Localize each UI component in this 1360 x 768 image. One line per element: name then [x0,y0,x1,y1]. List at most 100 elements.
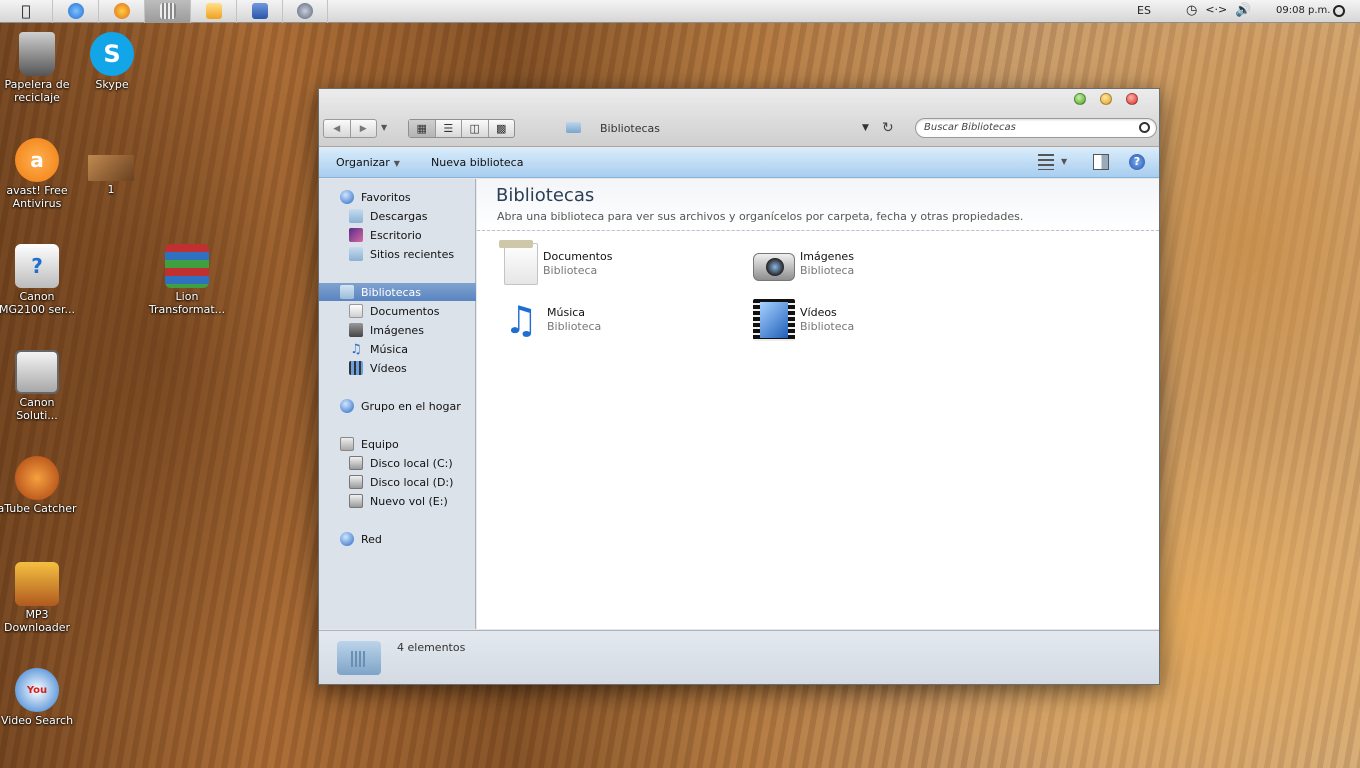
sidebar-item-homegroup[interactable]: Grupo en el hogar [319,397,476,415]
taskbar-media-player[interactable] [190,0,236,23]
recent-pages-dropdown[interactable]: ▼ [381,123,387,132]
desktop-icon-mp3-downloader[interactable]: MP3 Downloader [0,562,77,634]
film-icon [349,361,363,375]
arrow-left-icon: ◀ [333,123,341,134]
music-note-icon: ♫ [503,298,539,342]
grid-icon: ▦ [416,122,427,135]
new-library-button[interactable]: Nueva biblioteca [431,156,523,169]
search-icon[interactable] [1139,122,1150,133]
system-tray: ◷ <·> 🔊 [1186,3,1251,18]
sidebar-item-downloads[interactable]: Descargas [319,207,476,225]
recent-places-icon [349,247,363,261]
camera-icon [349,323,363,337]
address-dropdown[interactable]: ▼ [862,123,869,133]
view-icons-button[interactable]: ▦ [409,120,435,137]
desktop-icon-video-search[interactable]: You Video Search [0,668,77,727]
network-icon[interactable]: <·> [1205,3,1227,18]
library-tile-pictures[interactable]: Imágenes Biblioteca [753,241,993,287]
taskbar-word[interactable] [236,0,282,23]
sidebar-item-desktop[interactable]: Escritorio [319,226,476,244]
search-box[interactable] [915,118,1157,138]
change-view-icon[interactable] [1038,154,1054,170]
desktop-icon-avast[interactable]: a avast! Free Antivirus [0,138,77,210]
view-coverflow-button[interactable]: ▩ [487,120,515,137]
help-icon[interactable]: ? [1129,154,1145,170]
sidebar-item-drive-e[interactable]: Nuevo vol (E:) [319,492,476,510]
documents-library-icon [499,240,538,285]
desktop-icon-recycle-bin[interactable]: Papelera de reciclaje [0,32,77,104]
search-input[interactable] [924,122,1129,133]
printer-help-icon: ? [15,244,59,288]
back-button[interactable]: ◀ [324,120,350,137]
sidebar-item-documents[interactable]: Documentos [319,302,476,320]
sidebar-item-libraries[interactable]: Bibliotecas [319,283,476,301]
atube-catcher-icon [15,456,59,500]
libraries-window: ◀ ▶ ▼ ▦ ☰ ◫ ▩ Bibliotecas ▼ ↻ Organizar▼… [318,88,1160,685]
skype-icon: S [90,32,134,76]
page-subtitle: Abra una biblioteca para ver sus archivo… [497,210,1024,223]
music-note-icon: ♫ [350,341,362,357]
sidebar-item-drive-c[interactable]: Disco local (C:) [319,454,476,472]
library-tile-videos[interactable]: Vídeos Biblioteca [753,297,993,343]
desktop-icon [349,228,363,242]
sidebar-item-computer[interactable]: Equipo [319,435,476,453]
videos-film-icon [753,299,795,341]
library-tile-documents[interactable]: Documentos Biblioteca [499,240,740,287]
sidebar-item-videos[interactable]: Vídeos [319,359,476,377]
hard-drive-icon [349,456,363,470]
network-globe-icon [340,532,354,546]
sidebar-item-drive-d[interactable]: Disco local (D:) [319,473,476,491]
hard-drive-icon [349,475,363,489]
time-machine-icon[interactable]: ◷ [1186,3,1197,18]
favorites-icon [340,190,354,204]
address-bar[interactable]: Bibliotecas [600,122,660,135]
libraries-icon [159,3,176,19]
view-mode-buttons: ▦ ☰ ◫ ▩ [408,119,515,138]
sidebar-item-recent-places[interactable]: Sitios recientes [319,245,476,263]
desktop-icon-image-1[interactable]: 1 [71,155,151,196]
preview-pane-icon[interactable] [1093,154,1109,170]
youtube-search-icon: You [15,668,59,712]
desktop-icon-skype[interactable]: S Skype [72,32,152,91]
desktop-icon-canon-mg2100[interactable]: ? Canon MG2100 ser... [0,244,77,316]
sidebar-item-favorites[interactable]: Favoritos [319,188,476,206]
avast-icon: a [15,138,59,182]
view-options-dropdown[interactable]: ▼ [1061,157,1067,166]
minimize-button[interactable] [1100,93,1112,105]
sidebar-item-pictures[interactable]: Imágenes [319,321,476,339]
taskbar-utility[interactable] [282,0,328,23]
utility-icon [297,3,313,19]
pictures-camera-icon [753,253,795,281]
coverflow-icon: ▩ [496,122,507,135]
desktop-icon-lion-transformation[interactable]: Lion Transformat... [147,244,227,316]
firefox-icon [113,3,130,19]
sidebar-item-music[interactable]: ♫ Música [319,340,476,358]
window-titlebar[interactable]: ◀ ▶ ▼ ▦ ☰ ◫ ▩ Bibliotecas ▼ ↻ [319,89,1159,147]
view-columns-button[interactable]: ◫ [461,120,488,137]
sidebar-item-network[interactable]: Red [319,530,476,548]
language-indicator[interactable]: ES [1137,4,1151,17]
clock[interactable]: 09:08 p.m. [1276,5,1330,16]
desktop-icon-atube-catcher[interactable]: aTube Catcher [0,456,77,515]
navigation-pane: Favoritos Descargas Escritorio Sitios re… [319,179,476,629]
solution-menu-icon [15,350,59,394]
volume-icon[interactable]: 🔊 [1235,3,1251,18]
downloads-folder-icon [349,209,363,223]
taskbar-firefox[interactable] [98,0,144,23]
forward-button[interactable]: ▶ [349,120,377,137]
library-tile-music[interactable]: ♫ Música Biblioteca [500,297,740,343]
maximize-button[interactable] [1074,93,1086,105]
view-list-button[interactable]: ☰ [434,120,462,137]
refresh-button[interactable]: ↻ [882,120,894,136]
arrow-right-icon: ▶ [359,123,367,134]
desktop-icon-canon-solution[interactable]: Canon Soluti... [0,350,77,422]
taskbar-internet-explorer[interactable] [52,0,98,23]
spotlight-search-icon[interactable] [1333,5,1345,17]
organize-menu[interactable]: Organizar ▼ [336,156,400,169]
apple-menu[interactable]:  [0,0,52,23]
taskbar-libraries[interactable] [144,0,190,23]
computer-icon [340,437,354,451]
hard-drive-icon [349,494,363,508]
content-pane: Bibliotecas Abra una biblioteca para ver… [477,179,1159,629]
close-button[interactable] [1126,93,1138,105]
